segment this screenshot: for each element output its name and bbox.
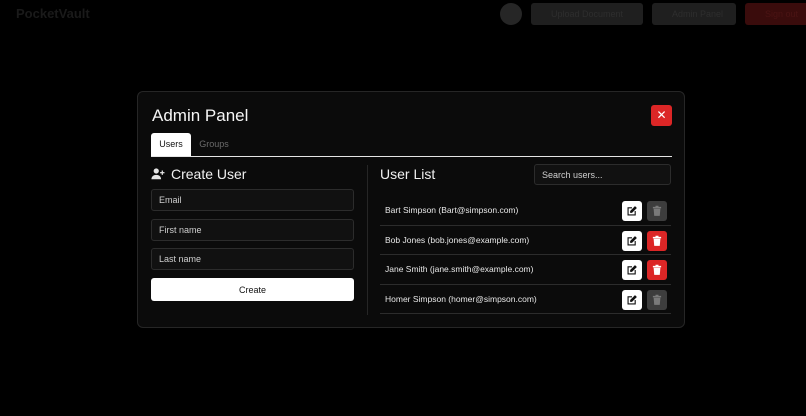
section-divider	[367, 165, 368, 315]
close-button[interactable]: ✕	[651, 105, 672, 126]
user-list-title: User List	[380, 166, 436, 182]
close-icon: ✕	[656, 108, 667, 122]
pencil-square-icon	[627, 235, 637, 245]
modal-title: Admin Panel	[152, 106, 249, 125]
delete-button-disabled	[647, 289, 667, 310]
trash-icon	[652, 264, 662, 275]
user-row: Bart Simpson (Bart@simpson.com)	[380, 196, 671, 226]
user-label: Bob Jones (bob.jones@example.com)	[385, 234, 530, 245]
pencil-square-icon	[627, 294, 637, 304]
tab-users[interactable]: Users	[151, 133, 191, 156]
sign-out-button[interactable]: Sign out	[745, 3, 806, 25]
top-bar: PocketVault Upload Document Admin Panel …	[0, 0, 806, 28]
upload-button[interactable]: Upload Document	[531, 3, 643, 25]
create-user-title: Create User	[171, 166, 247, 182]
user-row: Homer Simpson (homer@simpson.com)	[380, 285, 671, 314]
email-field[interactable]	[151, 189, 354, 211]
user-row: Jane Smith (jane.smith@example.com)	[380, 255, 671, 285]
brand-logo[interactable]: PocketVault	[16, 6, 90, 21]
avatar[interactable]	[500, 3, 522, 25]
tab-bar: Users Groups	[151, 133, 672, 157]
pencil-square-icon	[627, 265, 637, 275]
user-list: Bart Simpson (Bart@simpson.com) Bob Jone…	[380, 196, 671, 314]
create-user-section: Create User Create	[151, 164, 354, 314]
user-row: Bob Jones (bob.jones@example.com)	[380, 226, 671, 255]
user-label: Bart Simpson (Bart@simpson.com)	[385, 205, 519, 215]
last-name-field[interactable]	[151, 248, 354, 270]
trash-icon	[652, 205, 662, 216]
tab-groups[interactable]: Groups	[193, 133, 235, 156]
edit-button[interactable]	[622, 289, 642, 310]
user-plus-icon	[151, 168, 165, 180]
user-label: Jane Smith (jane.smith@example.com)	[385, 264, 534, 274]
first-name-field[interactable]	[151, 219, 354, 241]
create-button[interactable]: Create	[151, 278, 354, 301]
delete-button-disabled	[647, 201, 667, 221]
user-label: Homer Simpson (homer@simpson.com)	[385, 293, 537, 304]
pencil-square-icon	[627, 206, 637, 216]
user-list-section: User List Bart Simpson (Bart@simpson.com…	[380, 164, 672, 316]
edit-button[interactable]	[622, 201, 642, 221]
search-input[interactable]	[534, 164, 671, 185]
trash-icon	[652, 294, 662, 305]
edit-button[interactable]	[622, 230, 642, 251]
edit-button[interactable]	[622, 260, 642, 280]
trash-icon	[652, 235, 662, 246]
delete-button[interactable]	[647, 230, 667, 251]
admin-panel-button[interactable]: Admin Panel	[652, 3, 736, 25]
delete-button[interactable]	[647, 260, 667, 280]
admin-panel-modal: Admin Panel ✕ Users Groups Create User C…	[137, 91, 685, 328]
